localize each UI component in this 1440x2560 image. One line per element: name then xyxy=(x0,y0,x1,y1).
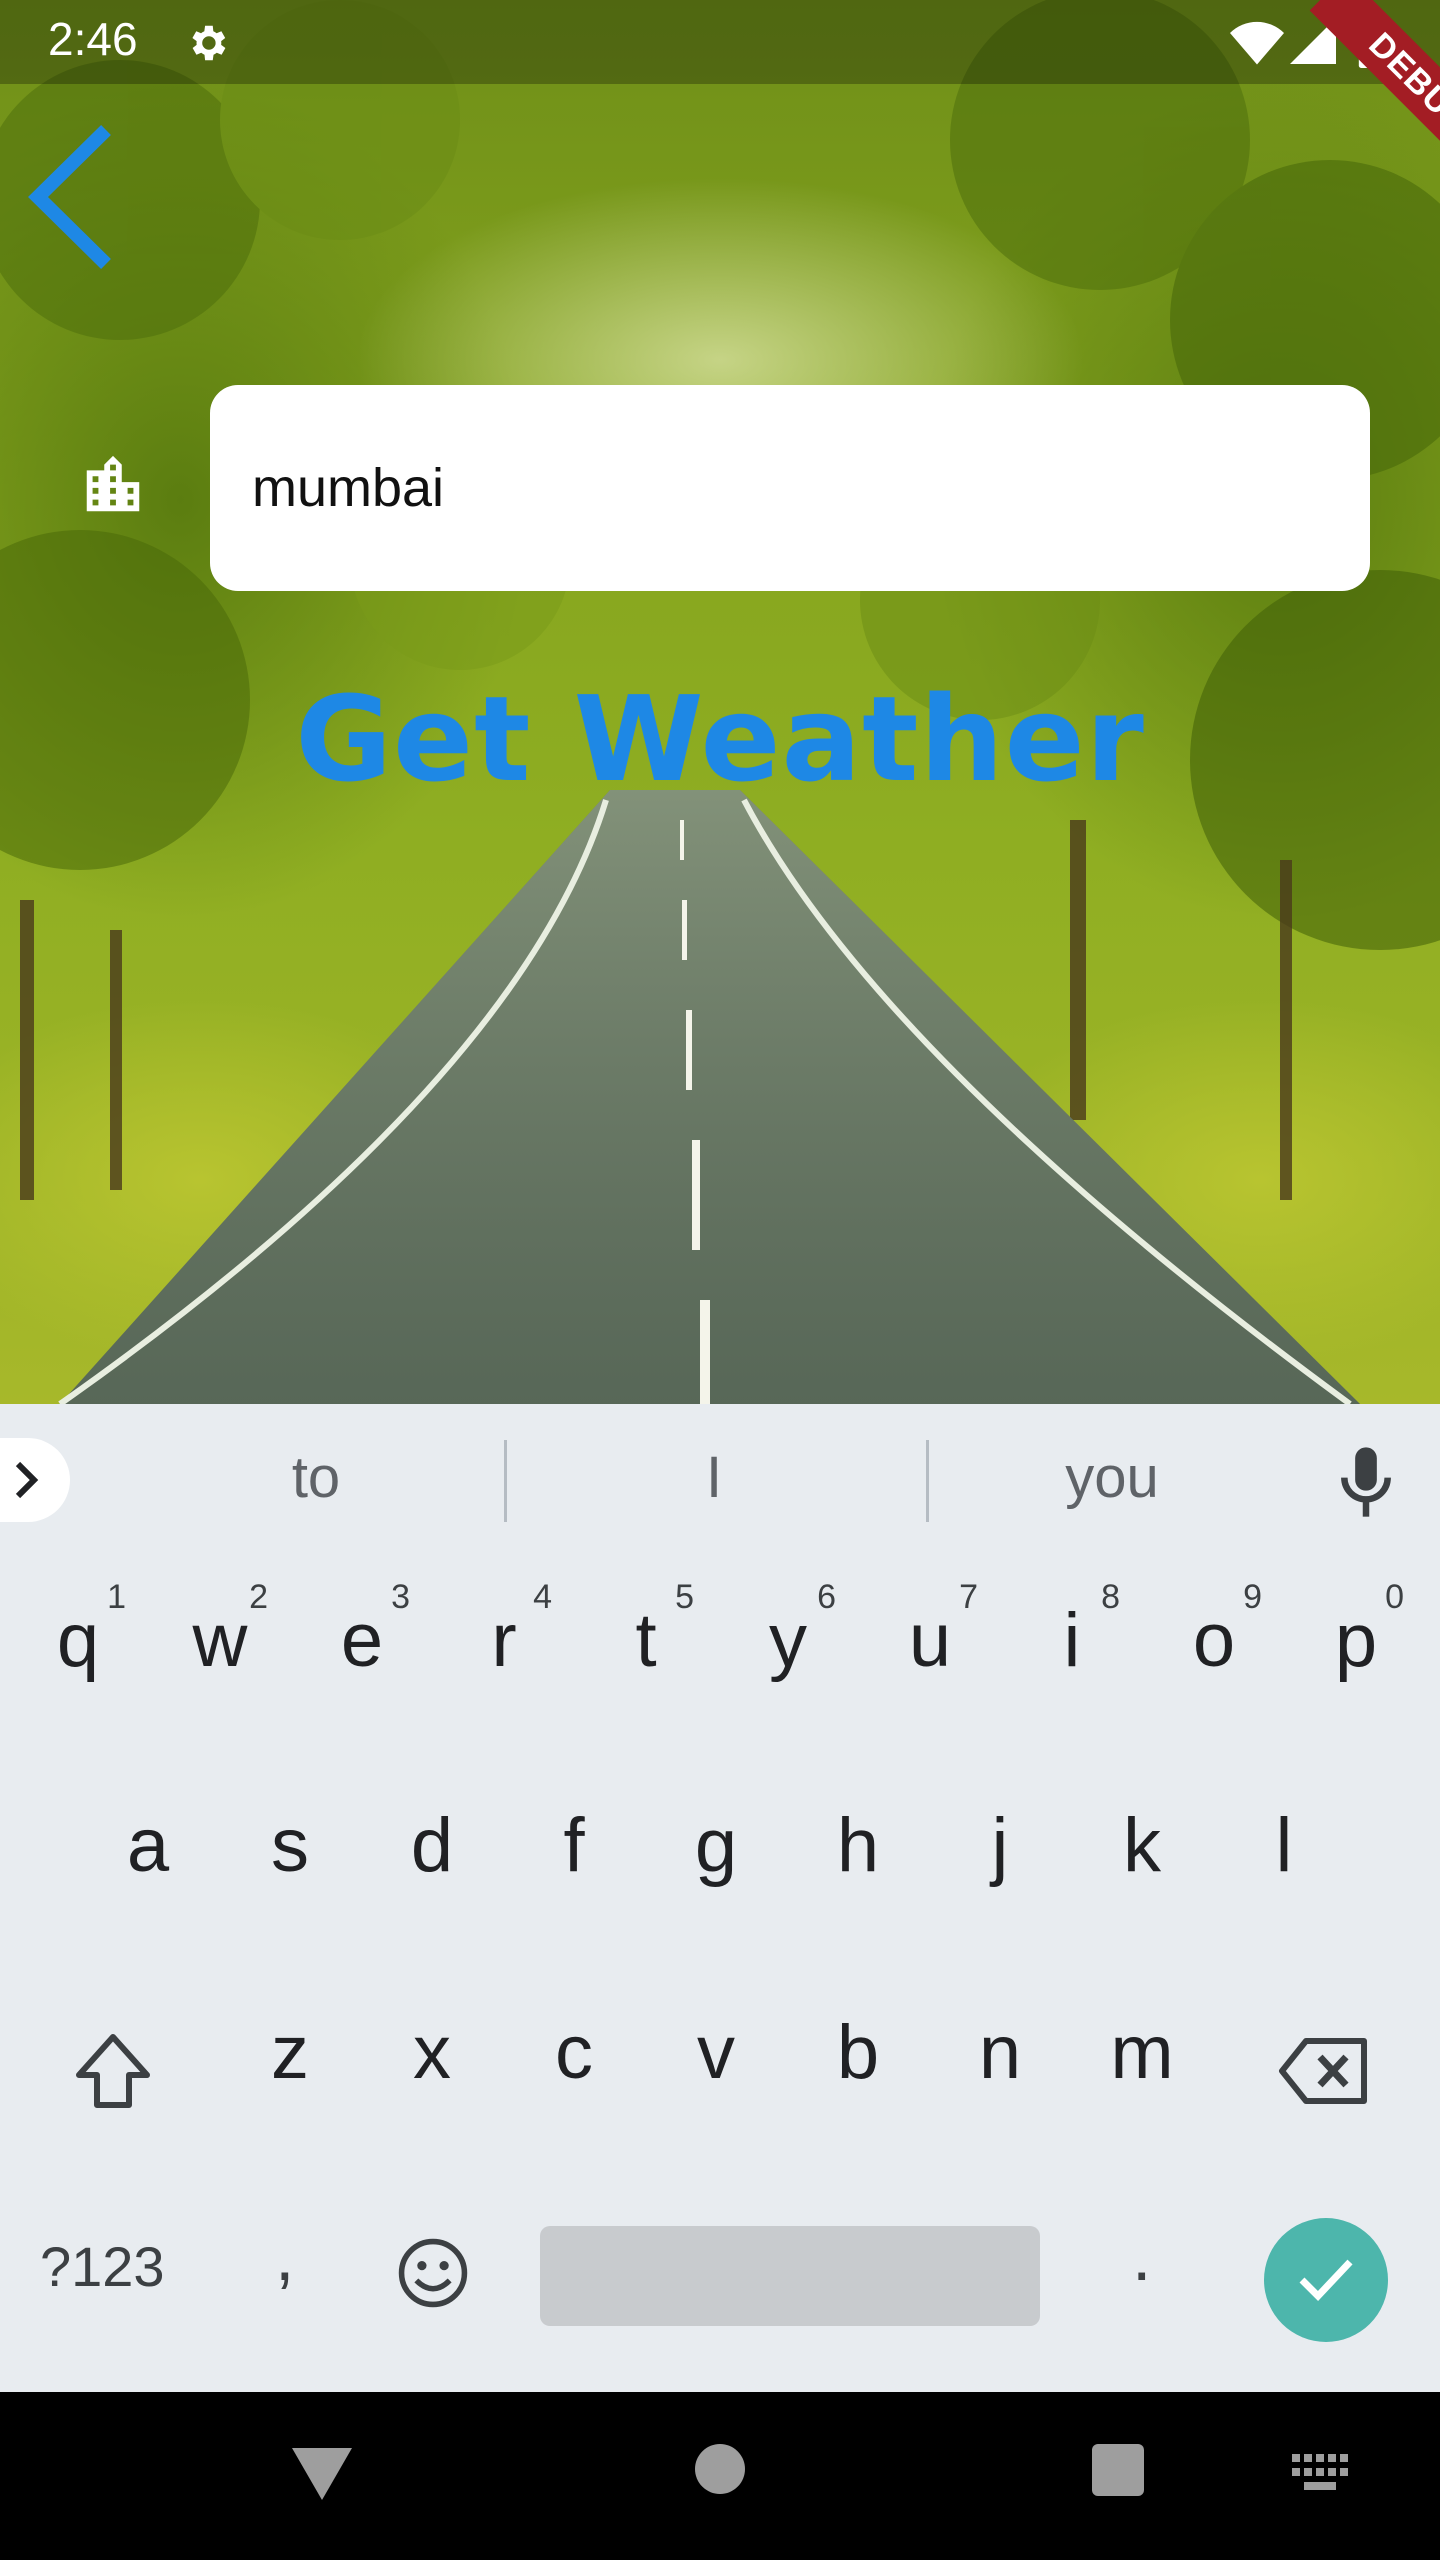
keyboard-expand-button[interactable] xyxy=(0,1438,70,1522)
key-b[interactable]: b xyxy=(788,1968,928,2138)
soft-keyboard: to I you q1 w2 e3 r4 t5 y6 u7 i8 o9 p0 a… xyxy=(0,1404,1440,2392)
key-c[interactable]: c xyxy=(504,1968,644,2138)
key-w[interactable]: w2 xyxy=(150,1556,290,1726)
microphone-icon[interactable] xyxy=(1340,1446,1392,1518)
key-t[interactable]: t5 xyxy=(576,1556,716,1726)
suggestion-2[interactable]: I xyxy=(564,1444,864,1511)
key-n[interactable]: n xyxy=(930,1968,1070,2138)
key-y[interactable]: y6 xyxy=(718,1556,858,1726)
key-m[interactable]: m xyxy=(1072,1968,1212,2138)
key-k[interactable]: k xyxy=(1072,1761,1212,1931)
comma-key[interactable]: , xyxy=(275,2216,294,2296)
emoji-icon[interactable] xyxy=(396,2236,470,2310)
key-a[interactable]: a xyxy=(78,1761,218,1931)
key-o[interactable]: o9 xyxy=(1144,1556,1284,1726)
symbols-key[interactable]: ?123 xyxy=(40,2234,165,2299)
suggestion-divider xyxy=(504,1440,507,1522)
key-z[interactable]: z xyxy=(220,1968,360,2138)
city-search-input[interactable] xyxy=(252,440,1312,536)
enter-button[interactable] xyxy=(1264,2218,1388,2342)
key-x[interactable]: x xyxy=(362,1968,502,2138)
key-u[interactable]: u7 xyxy=(860,1556,1000,1726)
key-s[interactable]: s xyxy=(220,1761,360,1931)
suggestion-3[interactable]: you xyxy=(962,1444,1262,1511)
period-key[interactable]: . xyxy=(1132,2216,1151,2296)
key-g[interactable]: g xyxy=(646,1761,786,1931)
keyboard-switch-icon[interactable] xyxy=(1292,2454,1348,2490)
key-d[interactable]: d xyxy=(362,1761,502,1931)
key-q[interactable]: q1 xyxy=(8,1556,148,1726)
key-l[interactable]: l xyxy=(1214,1761,1354,1931)
back-arrow-icon[interactable] xyxy=(24,122,124,272)
key-f[interactable]: f xyxy=(504,1761,644,1931)
chevron-right-icon xyxy=(15,1461,39,1499)
shift-icon[interactable] xyxy=(72,2031,154,2111)
navigation-bar xyxy=(0,2392,1440,2560)
key-j[interactable]: j xyxy=(930,1761,1070,1931)
space-bar[interactable] xyxy=(540,2226,1040,2326)
debug-label: DEBUG xyxy=(1309,0,1440,190)
key-h[interactable]: h xyxy=(788,1761,928,1931)
backspace-icon[interactable] xyxy=(1278,2036,1370,2106)
suggestion-1[interactable]: to xyxy=(166,1444,466,1511)
nav-home-icon[interactable] xyxy=(695,2444,745,2494)
city-input-container[interactable] xyxy=(210,385,1370,591)
suggestion-divider xyxy=(926,1440,929,1522)
key-i[interactable]: i8 xyxy=(1002,1556,1142,1726)
key-v[interactable]: v xyxy=(646,1968,786,2138)
key-r[interactable]: r4 xyxy=(434,1556,574,1726)
suggestion-bar: to I you xyxy=(0,1404,1440,1556)
status-bar: 2:46 DEBUG xyxy=(0,0,1440,190)
get-weather-button[interactable]: Get Weather xyxy=(0,670,1440,808)
key-p[interactable]: p0 xyxy=(1286,1556,1426,1726)
settings-gear-icon xyxy=(192,25,226,61)
key-area: q1 w2 e3 r4 t5 y6 u7 i8 o9 p0 a s d f g … xyxy=(0,1556,1440,2392)
nav-recents-icon[interactable] xyxy=(1092,2444,1144,2496)
checkmark-icon xyxy=(1299,2259,1353,2302)
status-time: 2:46 xyxy=(48,13,138,65)
nav-back-icon[interactable] xyxy=(288,2444,356,2504)
city-icon xyxy=(86,455,140,512)
key-e[interactable]: e3 xyxy=(292,1556,432,1726)
debug-ribbon: DEBUG xyxy=(1250,0,1440,190)
